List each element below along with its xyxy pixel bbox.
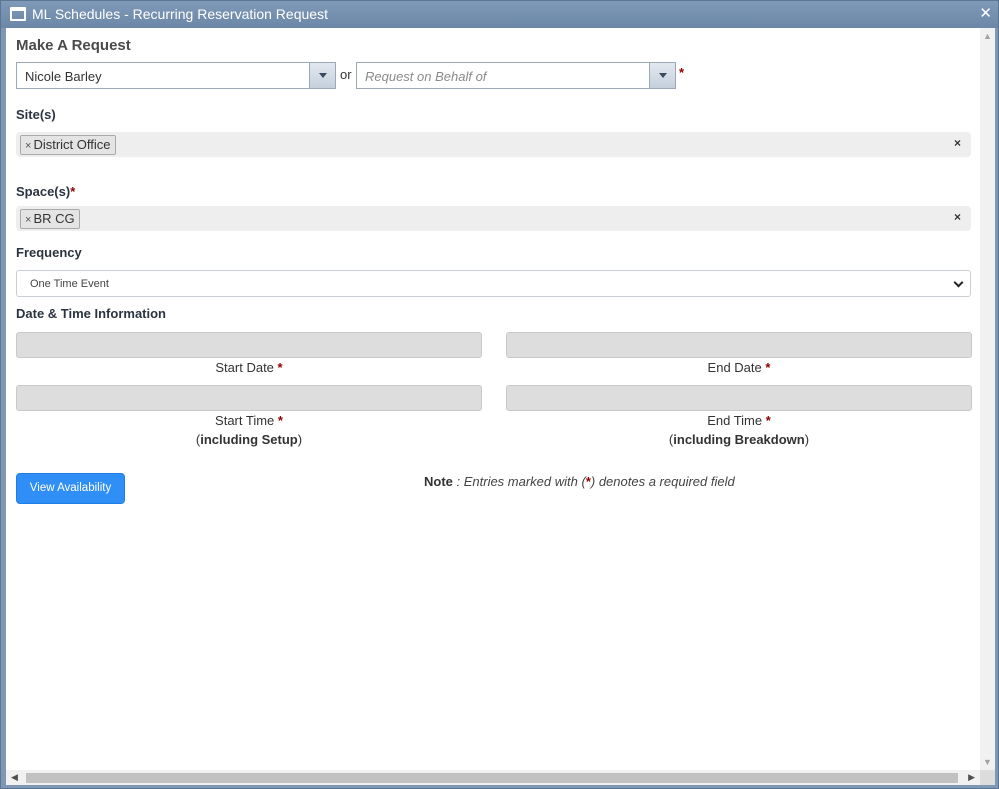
clear-sites-icon[interactable]: × <box>954 136 961 150</box>
start-date-label: Start Date <box>215 360 274 375</box>
note-text-before: : Entries marked with ( <box>452 474 586 489</box>
caret-down-icon <box>659 73 667 78</box>
horizontal-scroll-thumb[interactable] <box>26 773 958 783</box>
requester-combobox[interactable]: Nicole Barley <box>16 62 336 89</box>
horizontal-scrollbar[interactable]: ◀ ▶ <box>6 770 980 785</box>
end-time-sub: including Breakdown <box>673 432 805 447</box>
end-time-input[interactable] <box>506 385 972 411</box>
frequency-label: Frequency <box>16 245 82 260</box>
chevron-down-icon <box>953 277 964 288</box>
requester-value: Nicole Barley <box>25 69 102 84</box>
required-marker: * <box>765 360 771 375</box>
spaces-label-text: Space(s) <box>16 184 71 199</box>
window-title: ML Schedules - Recurring Reservation Req… <box>32 6 328 22</box>
on-behalf-dropdown-button[interactable] <box>649 63 675 88</box>
spaces-multiselect[interactable]: × BR CG × <box>16 206 971 231</box>
note-label: Note <box>424 474 453 489</box>
scroll-left-icon[interactable]: ◀ <box>11 772 18 783</box>
remove-tag-icon[interactable]: × <box>25 214 31 226</box>
required-marker: * <box>277 413 283 428</box>
required-marker: * <box>679 65 685 80</box>
view-availability-button[interactable]: View Availability <box>16 473 125 504</box>
end-time-label: End Time <box>707 413 763 428</box>
start-time-subcaption: (including Setup) <box>195 432 303 447</box>
site-tag: × District Office <box>20 135 116 155</box>
required-marker: * <box>277 360 283 375</box>
end-time-subcaption: (including Breakdown) <box>668 432 810 447</box>
datetime-label: Date & Time Information <box>16 306 167 321</box>
caret-down-icon <box>319 73 327 78</box>
note-text-after: ) denotes a required field <box>590 474 735 489</box>
end-date-label: End Date <box>707 360 762 375</box>
sites-label: Site(s) <box>16 107 56 122</box>
required-note: Note : Entries marked with (*) denotes a… <box>424 474 735 489</box>
scroll-right-icon[interactable]: ▶ <box>968 772 975 783</box>
end-date-input[interactable] <box>506 332 972 358</box>
required-marker: * <box>765 413 771 428</box>
frequency-value: One Time Event <box>30 278 109 290</box>
end-time-caption: End Time * <box>506 413 972 428</box>
on-behalf-placeholder: Request on Behalf of <box>365 69 487 84</box>
end-date-caption: End Date * <box>506 360 972 375</box>
start-time-input[interactable] <box>16 385 482 411</box>
dialog-window: ML Schedules - Recurring Reservation Req… <box>0 0 999 789</box>
spaces-label: Space(s)* <box>16 184 75 199</box>
space-tag-label: BR CG <box>33 211 75 226</box>
window-icon <box>10 7 26 21</box>
requester-dropdown-button[interactable] <box>309 63 335 88</box>
frequency-select[interactable]: One Time Event <box>16 270 971 297</box>
start-time-sub: including Setup <box>200 432 298 447</box>
start-time-label: Start Time <box>215 413 275 428</box>
vertical-scrollbar[interactable]: ▲ ▼ <box>980 28 995 770</box>
or-label: or <box>340 67 352 82</box>
dialog-content: Make A Request Nicole Barley or Request … <box>6 28 980 770</box>
start-date-input[interactable] <box>16 332 482 358</box>
site-tag-label: District Office <box>33 137 111 152</box>
page-title: Make A Request <box>16 37 131 54</box>
remove-tag-icon[interactable]: × <box>25 140 31 152</box>
sites-multiselect[interactable]: × District Office × <box>16 132 971 157</box>
title-bar[interactable]: ML Schedules - Recurring Reservation Req… <box>1 1 998 28</box>
space-tag: × BR CG <box>20 209 80 229</box>
scroll-down-icon[interactable]: ▼ <box>983 757 992 767</box>
start-date-caption: Start Date * <box>16 360 482 375</box>
scroll-up-icon[interactable]: ▲ <box>983 31 992 41</box>
close-icon[interactable]: ✕ <box>979 4 992 22</box>
required-marker: * <box>70 184 76 199</box>
on-behalf-combobox[interactable]: Request on Behalf of <box>356 62 676 89</box>
scrollbar-corner <box>980 770 995 785</box>
clear-spaces-icon[interactable]: × <box>954 210 961 224</box>
start-time-caption: Start Time * <box>16 413 482 428</box>
